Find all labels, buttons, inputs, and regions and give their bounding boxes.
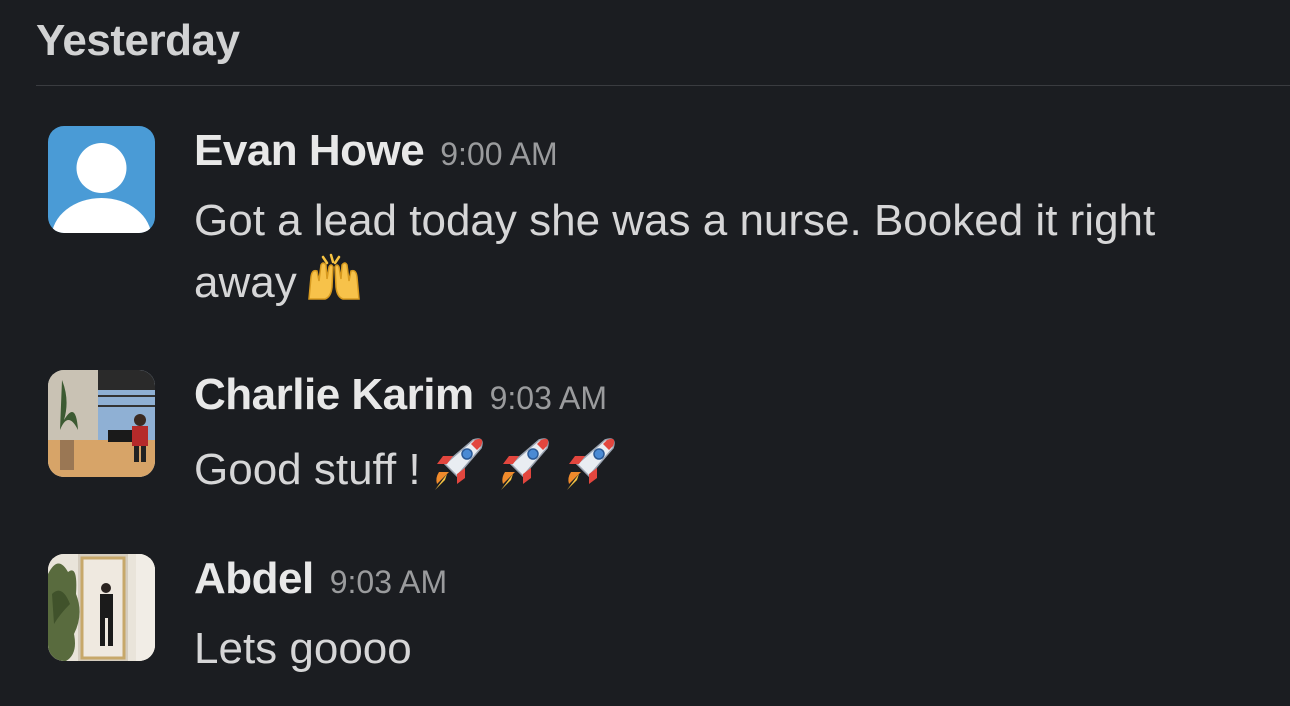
message-text-content: Good stuff ! (194, 445, 421, 495)
date-divider-label: Yesterday (36, 16, 240, 65)
mirror-photo-avatar-icon (48, 554, 155, 661)
raised-hands-emoji-icon (303, 253, 365, 318)
message-item[interactable]: Abdel 9:03 AM Lets goooo (48, 554, 1248, 694)
default-person-avatar-icon (51, 143, 152, 233)
avatar[interactable] (48, 126, 155, 233)
message-item[interactable]: Evan Howe 9:00 AM Got a lead today she w… (48, 126, 1248, 336)
timestamp[interactable]: 9:00 AM (440, 136, 557, 173)
message-item[interactable]: Charlie Karim 9:03 AM Good stuff ! (48, 370, 1248, 510)
date-divider-line (36, 85, 1290, 86)
message-text: Got a lead today she was a nurse. Booked… (194, 190, 1194, 318)
message-text: Lets goooo (194, 624, 412, 673)
rocket-emoji-icon (493, 434, 553, 511)
office-photo-avatar-icon (48, 370, 155, 477)
rocket-emoji-icon (559, 434, 619, 511)
avatar[interactable] (48, 554, 155, 661)
author-name[interactable]: Evan Howe (194, 126, 425, 176)
rocket-emoji-icon (427, 434, 487, 511)
avatar[interactable] (48, 370, 155, 477)
author-name[interactable]: Abdel (194, 554, 314, 604)
message-text: Good stuff ! (194, 434, 1194, 511)
timestamp[interactable]: 9:03 AM (330, 564, 447, 601)
timestamp[interactable]: 9:03 AM (490, 380, 607, 417)
author-name[interactable]: Charlie Karim (194, 370, 474, 420)
